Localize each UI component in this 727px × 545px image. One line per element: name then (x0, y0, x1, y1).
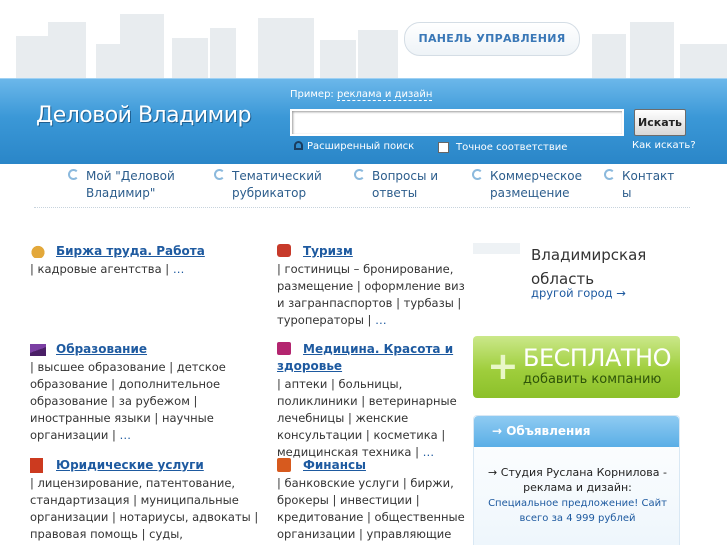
graduation-cap-icon (30, 344, 46, 356)
category-more-link[interactable]: … (173, 262, 185, 276)
nav-questions-answers[interactable]: Вопросы и ответы (354, 168, 452, 202)
law-book-icon (30, 458, 43, 473)
nav-swirl-icon (68, 169, 79, 180)
nav-label-line1: Вопросы и (372, 169, 439, 183)
category-title[interactable]: Финансы (303, 457, 467, 474)
region-name-line1: Владимирская (531, 246, 647, 264)
category-title[interactable]: Медицина. Красота и здоровье (277, 341, 469, 375)
category-desc: | гостиницы – бронирование, размещение |… (277, 262, 465, 327)
category-medicine: Медицина. Красота и здоровье | аптеки | … (277, 341, 469, 461)
other-city-link[interactable]: другой город → (531, 286, 626, 300)
nav-label-line2: ы (622, 186, 632, 200)
ad-text-link[interactable]: Специальное предложение! Сайт всего за 4… (476, 496, 679, 526)
nav-my-business-vladimir[interactable]: Мой "Деловой Владимир" (68, 168, 196, 202)
nav-divider (34, 207, 690, 208)
magnet-icon (294, 141, 303, 150)
nav-commercial-placement[interactable]: Коммерческое размещение (472, 168, 590, 202)
category-desc: | аптеки | больницы, поликлиники | ветер… (277, 377, 457, 459)
search-input[interactable] (290, 109, 624, 136)
nav-contacts[interactable]: Контакт ы (604, 168, 682, 202)
add-company-free-banner[interactable]: + БЕСПЛАТНО добавить компанию (473, 336, 680, 398)
category-tourism: Туризм | гостиницы – бронирование, разме… (277, 243, 467, 329)
nav-swirl-icon (472, 169, 483, 180)
nav-swirl-icon (354, 169, 365, 180)
category-title[interactable]: Туризм (303, 243, 467, 260)
region-name: Владимирская область (531, 243, 646, 291)
category-education: Образование | высшее образование | детск… (30, 341, 240, 444)
ads-header[interactable]: → Объявления (474, 416, 679, 447)
exact-match-checkbox[interactable] (438, 142, 449, 153)
category-desc: | высшее образование | детское образован… (30, 360, 226, 442)
free-banner-title: БЕСПЛАТНО (523, 344, 672, 372)
category-desc: | кадровые агентства | … (30, 262, 185, 276)
nav-thematic-catalog[interactable]: Тематический рубрикатор (214, 168, 332, 202)
finance-icon (277, 458, 291, 472)
free-banner-subtitle: добавить компанию (523, 372, 662, 387)
category-more-link[interactable]: … (375, 313, 387, 327)
advanced-search-label: Расширенный поиск (307, 141, 415, 152)
category-more-link[interactable]: … (120, 428, 132, 442)
medical-kit-icon (277, 342, 291, 355)
search-example-prefix: Пример: (290, 89, 334, 100)
briefcase-icon (30, 244, 46, 258)
category-title[interactable]: Образование (56, 341, 240, 358)
exact-match-label: Точное соответствие (456, 142, 568, 153)
site-logo[interactable]: Деловой Владимир (36, 103, 251, 128)
advanced-search-link[interactable]: Расширенный поиск (294, 141, 414, 152)
category-finance: Финансы | банковские услуги | биржи, бро… (277, 457, 467, 543)
nav-label-line2: Владимир" (86, 186, 156, 200)
search-button[interactable]: Искать (634, 109, 686, 136)
plus-icon: + (487, 344, 519, 388)
search-example: Пример: реклама и дизайн (290, 89, 433, 101)
header-band: Деловой Владимир Пример: реклама и дизай… (0, 78, 727, 164)
nav-label-line2: ответы (372, 186, 418, 200)
region-map-thumbnail (473, 243, 520, 254)
control-panel-button[interactable]: ПАНЕЛЬ УПРАВЛЕНИЯ (404, 22, 580, 56)
nav-label-line2: размещение (490, 186, 570, 200)
search-example-link[interactable]: реклама и дизайн (336, 89, 433, 101)
nav-label-line1: Коммерческое (490, 169, 583, 183)
category-desc: | лицензирование, патентование, стандарт… (30, 476, 259, 545)
ad-title[interactable]: → Студия Руслана Корнилова - реклама и д… (476, 465, 679, 495)
category-jobs: Биржа труда. Работа | кадровые агентства… (30, 243, 240, 278)
nav-swirl-icon (604, 169, 615, 180)
how-to-search-link[interactable]: Как искать? (632, 140, 696, 151)
suitcase-icon (277, 244, 291, 257)
category-desc: | банковские услуги | биржи, брокеры | и… (277, 476, 465, 541)
nav-label-line2: рубрикатор (232, 186, 307, 200)
nav-label-line1: Контакт (622, 169, 675, 183)
skyline-decoration (0, 0, 727, 80)
nav-swirl-icon (214, 169, 225, 180)
category-title[interactable]: Юридические услуги (56, 457, 262, 474)
ads-panel: → Объявления → Студия Руслана Корнилова … (473, 415, 680, 545)
category-legal: Юридические услуги | лицензирование, пат… (30, 457, 262, 545)
category-title[interactable]: Биржа труда. Работа (56, 243, 240, 260)
nav-label-line1: Мой "Деловой (86, 169, 175, 183)
nav-label-line1: Тематический (232, 169, 322, 183)
